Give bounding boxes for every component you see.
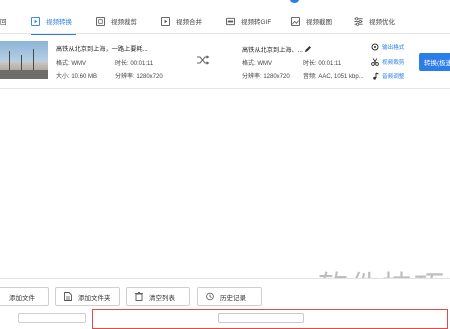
video-crop-label: 视频裁剪 [382, 60, 405, 66]
output-resolution: 分辨率: 1280x720 [242, 74, 290, 80]
clock-icon [206, 292, 214, 301]
scissors-icon [371, 58, 379, 66]
thumbnail-detail [21, 55, 22, 71]
audio-note-icon [373, 72, 379, 80]
trash-icon [135, 292, 143, 301]
tab-video-optimize[interactable]: 视频优化 [354, 9, 395, 33]
feature-tab-bar: 回 视频转换 视频裁剪 视频合并 视频转GIF 视频截图 视频优化 [0, 9, 450, 35]
output-folder-field[interactable] [18, 313, 86, 323]
source-file-name: 高铁从北京到上海，一路上要耗... [56, 46, 148, 53]
tab-video-screenshot[interactable]: 视频截图 [291, 9, 332, 33]
source-resolution: 分辨率: 1280x720 [115, 74, 163, 80]
add-file-label: 添加文件 [9, 294, 35, 302]
tab-video-merge[interactable]: 视频合并 [161, 9, 202, 33]
convert-button[interactable]: 转换(极速 [419, 53, 450, 71]
tab-video-crop[interactable]: 视频裁剪 [96, 9, 137, 33]
video-crop-button[interactable]: 视频裁剪 [371, 58, 404, 66]
gear-icon [371, 43, 379, 51]
output-format-button[interactable]: 输出格式 [371, 43, 404, 51]
output-path-field[interactable] [218, 313, 304, 323]
add-file-button[interactable]: 添加文件 [0, 287, 49, 306]
output-format: 格式: WMV [242, 61, 272, 67]
output-format-label: 输出格式 [382, 45, 405, 51]
tab-home[interactable]: 回 [0, 9, 7, 33]
source-size: 大小: 10.60 MB [56, 74, 98, 80]
tab-video-to-gif[interactable]: 视频转GIF [226, 9, 271, 33]
history-button[interactable]: 历史记录 [197, 287, 262, 306]
tab-bar-divider [0, 33, 450, 34]
video-merge-icon [161, 16, 170, 26]
tab-video-optimize-label: 视频优化 [369, 19, 395, 26]
clear-list-button[interactable]: 清空列表 [126, 287, 190, 306]
audio-adjust-label: 音频调整 [382, 74, 405, 80]
add-folder-label: 添加文件夹 [78, 294, 111, 302]
history-label: 历史记录 [220, 294, 246, 302]
output-duration: 时长: 00:01:11 [303, 61, 342, 67]
thumbnail-detail [0, 70, 48, 79]
audio-adjust-button[interactable]: 音频调整 [371, 72, 404, 80]
convert-arrow-icon [197, 55, 210, 65]
output-file-name: 高铁从北京到上海、... [242, 47, 303, 54]
folder-add-icon [64, 292, 72, 301]
optimize-icon [354, 16, 363, 26]
window-indicator-dot [290, 0, 299, 3]
file-row[interactable]: 高铁从北京到上海，一路上要耗... 格式: WMV 时长: 00:01:11 大… [0, 38, 450, 88]
add-folder-button[interactable]: 添加文件夹 [55, 287, 120, 306]
tab-video-merge-label: 视频合并 [176, 19, 202, 26]
tab-video-convert[interactable]: 视频转换 [31, 9, 76, 35]
thumbnail-detail [9, 51, 10, 71]
tab-video-convert-label: 视频转换 [46, 19, 72, 26]
tab-video-crop-label: 视频裁剪 [111, 19, 137, 26]
gif-icon [226, 17, 235, 25]
video-convert-icon [31, 16, 40, 26]
video-crop-icon [96, 16, 105, 26]
source-format: 格式: WMV [56, 61, 86, 67]
video-thumbnail[interactable] [0, 41, 48, 79]
tab-video-screenshot-label: 视频截图 [306, 19, 332, 26]
screenshot-icon [291, 16, 300, 26]
output-audio: 音频: AAC, 1051 kbp... [303, 74, 364, 80]
tab-video-to-gif-label: 视频转GIF [241, 19, 272, 26]
source-duration: 时长: 00:01:11 [115, 61, 154, 67]
tab-home-label: 回 [0, 19, 7, 26]
top-strip [0, 0, 450, 3]
rename-pencil-icon[interactable] [304, 45, 312, 53]
thumbnail-detail [33, 49, 34, 71]
file-row-divider [0, 88, 450, 89]
clear-list-label: 清空列表 [149, 294, 175, 302]
